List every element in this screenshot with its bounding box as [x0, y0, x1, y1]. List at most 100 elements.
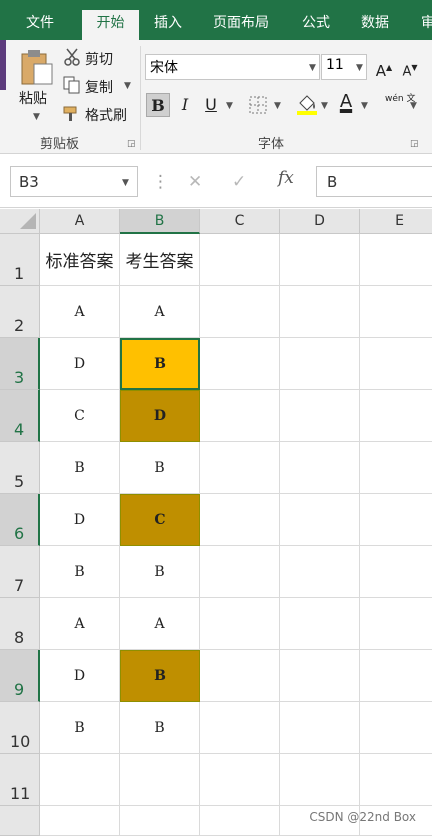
cell-b10[interactable]: B — [120, 702, 200, 754]
font-color-dropdown-caret[interactable]: ▼ — [361, 101, 368, 111]
cell-b1[interactable]: 考生答案 — [120, 234, 200, 286]
cell-e9[interactable] — [360, 650, 432, 702]
cell-b3[interactable]: B — [120, 338, 200, 390]
cell-d2[interactable] — [280, 286, 360, 338]
underline-button[interactable]: U — [199, 93, 223, 117]
cell-c7[interactable] — [200, 546, 280, 598]
cell-e6[interactable] — [360, 494, 432, 546]
row-header[interactable]: 2 — [0, 286, 40, 338]
font-dialog-launcher[interactable]: ◲ — [410, 139, 419, 149]
phonetic-guide-button[interactable]: wén 文 — [385, 94, 415, 104]
borders-icon[interactable] — [249, 96, 267, 114]
format-painter-icon[interactable] — [63, 104, 81, 122]
cell-e3[interactable] — [360, 338, 432, 390]
tab-review[interactable]: 审 — [421, 0, 432, 40]
fill-color-dropdown-caret[interactable]: ▼ — [321, 101, 328, 111]
column-header-d[interactable]: D — [280, 209, 360, 234]
insert-function-button[interactable]: fx — [278, 168, 294, 188]
row-header[interactable]: 6 — [0, 494, 40, 546]
paste-dropdown-caret[interactable]: ▼ — [33, 112, 40, 122]
cell-e4[interactable] — [360, 390, 432, 442]
paste-button[interactable]: 粘贴 — [19, 88, 47, 108]
row-header[interactable]: 5 — [0, 442, 40, 494]
cell-e11[interactable] — [360, 754, 432, 806]
cell-b11[interactable] — [120, 754, 200, 806]
font-color-button[interactable]: A — [334, 90, 358, 114]
cell-b6[interactable]: C — [120, 494, 200, 546]
column-header-c[interactable]: C — [200, 209, 280, 234]
cell-b5[interactable]: B — [120, 442, 200, 494]
cancel-icon[interactable]: ✕ — [188, 172, 202, 203]
cell-a6[interactable]: D — [40, 494, 120, 546]
cell-d8[interactable] — [280, 598, 360, 650]
borders-dropdown-caret[interactable]: ▼ — [274, 101, 281, 111]
bold-button[interactable]: B — [146, 93, 170, 117]
cell-e10[interactable] — [360, 702, 432, 754]
cell-d1[interactable] — [280, 234, 360, 286]
tab-page-layout[interactable]: 页面布局 — [213, 0, 269, 40]
column-header-a[interactable]: A — [40, 209, 120, 234]
font-name-dropdown-caret[interactable]: ▼ — [309, 63, 316, 73]
cell-a3[interactable]: D — [40, 338, 120, 390]
cell-d4[interactable] — [280, 390, 360, 442]
copy-button[interactable]: 复制 — [85, 77, 113, 97]
copy-dropdown-caret[interactable]: ▼ — [124, 81, 131, 91]
row-header[interactable]: 8 — [0, 598, 40, 650]
cell-a5[interactable]: B — [40, 442, 120, 494]
cell-d9[interactable] — [280, 650, 360, 702]
cell-e1[interactable] — [360, 234, 432, 286]
cut-button[interactable]: 剪切 — [85, 49, 113, 69]
cell-b2[interactable]: A — [120, 286, 200, 338]
cell-c8[interactable] — [200, 598, 280, 650]
cell-e5[interactable] — [360, 442, 432, 494]
cell-a2[interactable]: A — [40, 286, 120, 338]
scissors-icon[interactable] — [63, 48, 81, 66]
row-header[interactable]: 4 — [0, 390, 40, 442]
underline-dropdown-caret[interactable]: ▼ — [226, 101, 233, 111]
cell-d11[interactable] — [280, 754, 360, 806]
row-header[interactable]: 11 — [0, 754, 40, 806]
cell-e2[interactable] — [360, 286, 432, 338]
cell-a10[interactable]: B — [40, 702, 120, 754]
italic-button[interactable]: I — [173, 93, 197, 117]
name-box-dropdown-caret[interactable]: ▼ — [122, 178, 129, 188]
font-name-box[interactable]: 宋体 — [145, 54, 320, 80]
increase-font-size-button[interactable]: A▲ — [372, 56, 396, 80]
font-size-dropdown-caret[interactable]: ▼ — [356, 63, 363, 73]
format-painter-button[interactable]: 格式刷 — [85, 105, 127, 125]
cell-a8[interactable]: A — [40, 598, 120, 650]
tab-file[interactable]: 文件 — [26, 0, 54, 40]
name-box[interactable]: B3 — [10, 166, 138, 197]
cell-a4[interactable]: C — [40, 390, 120, 442]
cell-c5[interactable] — [200, 442, 280, 494]
row-header[interactable]: 1 — [0, 234, 40, 286]
enter-icon[interactable]: ✓ — [232, 172, 246, 203]
cell-d6[interactable] — [280, 494, 360, 546]
row-header[interactable]: 7 — [0, 546, 40, 598]
tab-formulas[interactable]: 公式 — [302, 0, 330, 40]
cell-d7[interactable] — [280, 546, 360, 598]
column-header-e[interactable]: E — [360, 209, 432, 234]
cell-c6[interactable] — [200, 494, 280, 546]
paste-icon[interactable] — [20, 48, 54, 86]
cell-a1[interactable]: 标准答案 — [40, 234, 120, 286]
cell-b4[interactable]: D — [120, 390, 200, 442]
cell-c1[interactable] — [200, 234, 280, 286]
tab-data[interactable]: 数据 — [361, 0, 389, 40]
cell-d5[interactable] — [280, 442, 360, 494]
cell-b7[interactable]: B — [120, 546, 200, 598]
cell-b8[interactable]: A — [120, 598, 200, 650]
cell-d10[interactable] — [280, 702, 360, 754]
formula-input[interactable]: B — [316, 166, 432, 197]
column-header-b[interactable]: B — [120, 209, 200, 234]
clipboard-dialog-launcher[interactable]: ◲ — [127, 139, 136, 149]
row-header[interactable]: 9 — [0, 650, 40, 702]
decrease-font-size-button[interactable]: A▼ — [398, 56, 422, 80]
cell-e8[interactable] — [360, 598, 432, 650]
cell-a7[interactable]: B — [40, 546, 120, 598]
fill-color-icon[interactable] — [296, 93, 318, 115]
row-header[interactable]: 3 — [0, 338, 40, 390]
cell-e7[interactable] — [360, 546, 432, 598]
cell-d3[interactable] — [280, 338, 360, 390]
cell-a9[interactable]: D — [40, 650, 120, 702]
